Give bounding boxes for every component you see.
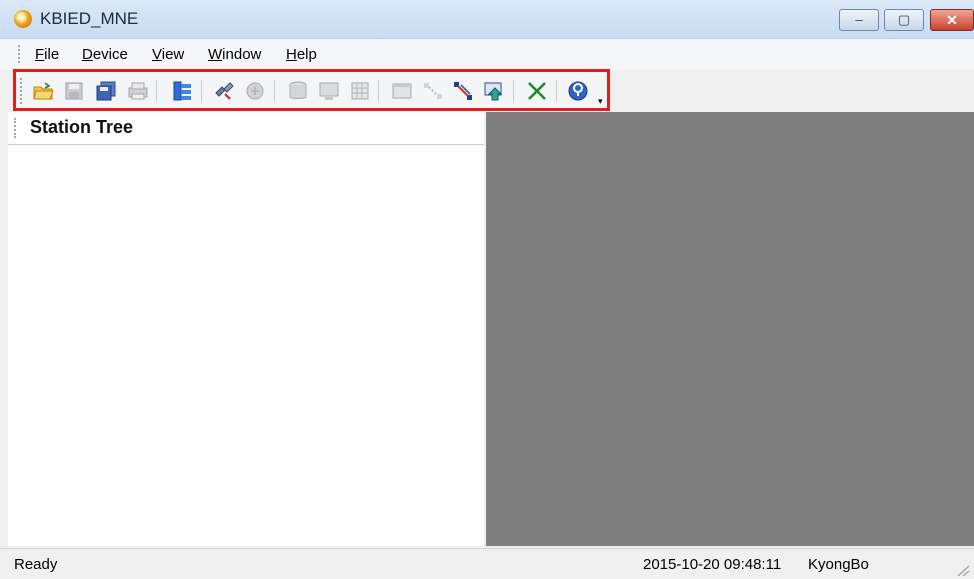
upload-icon[interactable] (483, 80, 505, 102)
main-toolbar: ▾ (13, 69, 610, 111)
window-title: KBIED_MNE (40, 9, 139, 28)
panel-grip[interactable] (14, 118, 19, 138)
menu-device[interactable]: Device (82, 46, 128, 63)
mdi-client-area[interactable] (486, 112, 974, 546)
close-button[interactable]: ✕ (930, 9, 974, 31)
app-window: KBIED_MNE ‒ ▢ ✕ File Device View Window … (0, 0, 974, 579)
save-all-icon[interactable] (95, 80, 117, 102)
app-logo-icon (14, 10, 32, 28)
disconnect-icon[interactable] (244, 80, 266, 102)
status-bar: Ready 2015-10-20 09:48:11 KyongBo (0, 548, 974, 579)
maximize-button[interactable]: ▢ (884, 9, 924, 31)
status-message: Ready (14, 556, 58, 573)
resize-grip-icon[interactable] (956, 563, 970, 577)
menu-grip[interactable] (18, 45, 23, 63)
toolbar-separator (201, 80, 202, 102)
toolbar-separator (274, 80, 275, 102)
menu-bar: File Device View Window Help (0, 39, 974, 69)
link-icon[interactable] (422, 80, 444, 102)
menu-view[interactable]: View (152, 46, 184, 63)
toolbar-separator (156, 80, 157, 102)
monitor-icon[interactable] (318, 80, 340, 102)
toolbar-separator (513, 80, 514, 102)
maximize-icon: ▢ (897, 12, 911, 27)
toolbar-separator (378, 80, 379, 102)
station-list-icon[interactable] (171, 80, 193, 102)
status-user: KyongBo (808, 556, 869, 573)
status-datetime: 2015-10-20 09:48:11 (643, 556, 782, 573)
toolbar-overflow-chevron-icon[interactable]: ▾ (598, 96, 606, 106)
panel-title: Station Tree (30, 117, 134, 137)
station-tree-header: Station Tree (8, 112, 484, 145)
print-icon[interactable] (127, 80, 149, 102)
link-edit-icon[interactable] (452, 80, 474, 102)
save-icon[interactable] (63, 80, 85, 102)
close-icon: ✕ (946, 12, 958, 28)
database-icon[interactable] (287, 80, 309, 102)
menu-file[interactable]: File (35, 46, 59, 63)
station-tree-panel: Station Tree (8, 112, 484, 546)
delete-icon[interactable] (526, 80, 548, 102)
toolbar-grip[interactable] (20, 78, 25, 104)
help-icon[interactable] (567, 80, 589, 102)
menu-help[interactable]: Help (286, 46, 317, 63)
window-icon[interactable] (391, 80, 413, 102)
title-bar[interactable]: KBIED_MNE ‒ ▢ ✕ (0, 0, 974, 39)
minimize-button[interactable]: ‒ (839, 9, 879, 31)
station-tree-view[interactable] (8, 145, 484, 546)
grid-icon[interactable] (349, 80, 371, 102)
menu-window[interactable]: Window (208, 46, 261, 63)
open-folder-icon[interactable] (32, 80, 54, 102)
toolbar-separator (556, 80, 557, 102)
connect-icon[interactable] (213, 80, 235, 102)
minimize-icon: ‒ (855, 12, 863, 27)
